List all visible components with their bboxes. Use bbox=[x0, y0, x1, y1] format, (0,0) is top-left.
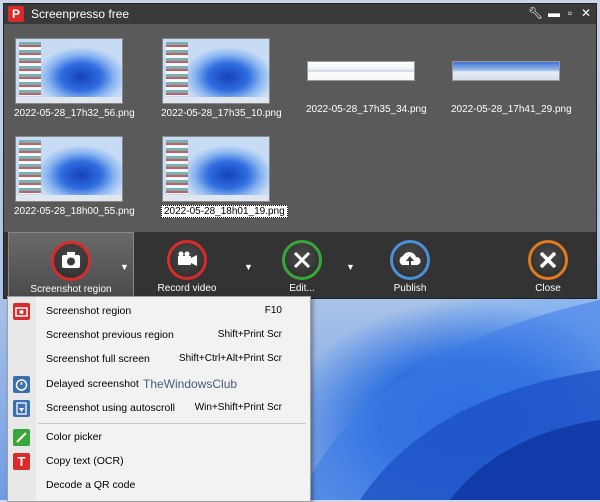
menu-item-copy-text-ocr[interactable]: T Copy text (OCR) bbox=[8, 449, 310, 473]
minimize-icon[interactable]: ▬ bbox=[547, 6, 561, 20]
menu-item-shortcut: Shift+Print Scr bbox=[217, 329, 282, 340]
menu-item-label: Screenshot previous region bbox=[46, 329, 174, 341]
thumbnail-item[interactable]: 2022-05-28_17h41_29.png bbox=[451, 38, 572, 115]
close-label: Close bbox=[535, 283, 561, 294]
edit-tools-icon bbox=[282, 240, 322, 280]
wrench-icon[interactable]: 🔧︎ bbox=[528, 6, 543, 20]
menu-item-label: Decode a QR code bbox=[46, 479, 136, 491]
screenshot-gallery: 2022-05-28_17h32_56.png 2022-05-28_17h35… bbox=[4, 24, 596, 232]
menu-item-screenshot-region[interactable]: Screenshot region F10 bbox=[8, 299, 310, 323]
thumbnail-item[interactable]: 2022-05-28_17h35_34.png bbox=[306, 38, 427, 115]
edit-dropdown-arrow[interactable]: ▼ bbox=[346, 262, 355, 272]
thumbnail-item[interactable]: 2022-05-28_17h35_10.png bbox=[161, 38, 282, 119]
menu-item-screenshot-previous-region[interactable]: Screenshot previous region Shift+Print S… bbox=[8, 323, 310, 347]
menu-item-label: Screenshot full screen bbox=[46, 353, 150, 365]
title-bar: P Screenpresso free 🔧︎ ▬ ▫ ✕ bbox=[4, 4, 596, 24]
cloud-upload-icon bbox=[390, 240, 430, 280]
watermark-text: TheWindowsClub bbox=[143, 377, 238, 391]
record-video-button[interactable]: Record video bbox=[144, 232, 230, 298]
publish-button[interactable]: Publish bbox=[370, 232, 450, 298]
thumbnail-image bbox=[15, 38, 123, 104]
ocr-icon: T bbox=[13, 453, 30, 470]
app-title: Screenpresso free bbox=[31, 7, 130, 21]
record-video-label: Record video bbox=[157, 283, 217, 294]
thumbnail-filename: 2022-05-28_17h35_34.png bbox=[306, 104, 427, 115]
timer-icon bbox=[13, 376, 30, 393]
thumbnail-image bbox=[307, 61, 415, 81]
close-x-icon bbox=[528, 240, 568, 280]
thumbnail-image bbox=[162, 136, 270, 202]
action-toolbar: Screenshot region ▼ Record video ▼ Edit.… bbox=[4, 232, 596, 300]
thumbnail-image bbox=[162, 38, 270, 104]
thumbnail-filename: 2022-05-28_17h41_29.png bbox=[451, 104, 572, 115]
menu-item-color-picker[interactable]: Color picker bbox=[8, 425, 310, 449]
screenshot-region-label: Screenshot region bbox=[30, 284, 112, 295]
menu-item-label: Screenshot using autoscroll bbox=[46, 402, 175, 414]
menu-item-shortcut: F10 bbox=[264, 305, 282, 316]
menu-item-label: Copy text (OCR) bbox=[46, 455, 124, 467]
screenshot-dropdown-menu: Screenshot region F10 Screenshot previou… bbox=[7, 296, 311, 502]
autoscroll-icon bbox=[13, 400, 30, 417]
close-icon[interactable]: ✕ bbox=[579, 6, 593, 20]
thumbnail-filename: 2022-05-28_17h35_10.png bbox=[161, 108, 282, 119]
camera-icon bbox=[51, 241, 91, 281]
menu-separator bbox=[38, 423, 306, 424]
thumbnail-filename: 2022-05-28_17h32_56.png bbox=[14, 108, 135, 119]
menu-item-screenshot-full-screen[interactable]: Screenshot full screen Shift+Ctrl+Alt+Pr… bbox=[8, 347, 310, 371]
record-dropdown-arrow[interactable]: ▼ bbox=[244, 262, 253, 272]
thumbnail-filename: 2022-05-28_18h01_19.png bbox=[161, 205, 288, 218]
close-button[interactable]: Close bbox=[508, 232, 588, 298]
menu-item-screenshot-autoscroll[interactable]: Screenshot using autoscroll Win+Shift+Pr… bbox=[8, 396, 310, 420]
screenshot-dropdown-arrow[interactable]: ▼ bbox=[120, 262, 129, 272]
menu-item-decode-qr[interactable]: Decode a QR code bbox=[8, 473, 310, 497]
menu-item-shortcut: Shift+Ctrl+Alt+Print Scr bbox=[178, 353, 282, 364]
screenpresso-logo-icon: P bbox=[8, 6, 24, 22]
menu-item-label: Delayed screenshot bbox=[46, 378, 139, 390]
thumbnail-item[interactable]: 2022-05-28_18h00_55.png bbox=[14, 136, 135, 217]
edit-button[interactable]: Edit... bbox=[262, 232, 342, 298]
screenshot-region-button[interactable]: Screenshot region bbox=[8, 232, 134, 300]
thumbnail-item-selected[interactable]: 2022-05-28_18h01_19.png bbox=[161, 136, 288, 218]
maximize-icon[interactable]: ▫ bbox=[563, 6, 577, 20]
menu-item-label: Screenshot region bbox=[46, 305, 132, 317]
thumbnail-image bbox=[15, 136, 123, 202]
menu-item-label: Color picker bbox=[46, 431, 103, 443]
thumbnail-item[interactable]: 2022-05-28_17h32_56.png bbox=[14, 38, 135, 119]
publish-label: Publish bbox=[393, 283, 427, 294]
video-camera-icon bbox=[167, 240, 207, 280]
thumbnail-filename: 2022-05-28_18h00_55.png bbox=[14, 206, 135, 217]
color-picker-icon bbox=[13, 429, 30, 446]
screenpresso-window: P Screenpresso free 🔧︎ ▬ ▫ ✕ 2022-05-28_… bbox=[3, 3, 597, 300]
menu-item-shortcut: Win+Shift+Print Scr bbox=[194, 402, 282, 413]
camera-icon bbox=[13, 303, 30, 320]
edit-label: Edit... bbox=[289, 283, 315, 294]
thumbnail-image bbox=[452, 61, 560, 81]
